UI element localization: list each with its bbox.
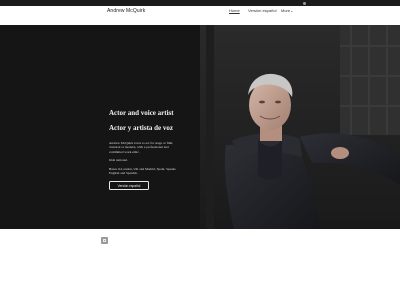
hero-heading-english: Actor and voice artist [109,109,174,117]
chevron-down-icon[interactable]: ⌄ [290,8,293,13]
hero-nationality-text: Irish national. [109,158,128,162]
nav-home-link[interactable]: Home [229,8,240,13]
hero-location-text: Bases in London, UK and Madrid, Spain. S… [109,167,176,176]
hero-intro-text: Andrew McQuirk loves to act for stage or… [109,141,174,154]
nav-more-menu[interactable]: More [281,8,290,13]
hero-heading-spanish: Actor y artista de voz [109,124,174,132]
site-title[interactable]: Andrew McQuirk [107,8,145,14]
actor-portrait-photo [200,25,400,229]
spanish-version-button[interactable]: Versión español [109,181,149,190]
hero-section: Actor and voice artist Actor y artista d… [0,25,400,229]
nav-spanish-version-link[interactable]: Versión español [248,8,276,13]
navbar [0,6,400,25]
expand-icon[interactable] [101,237,108,244]
status-dot-icon [303,2,306,5]
